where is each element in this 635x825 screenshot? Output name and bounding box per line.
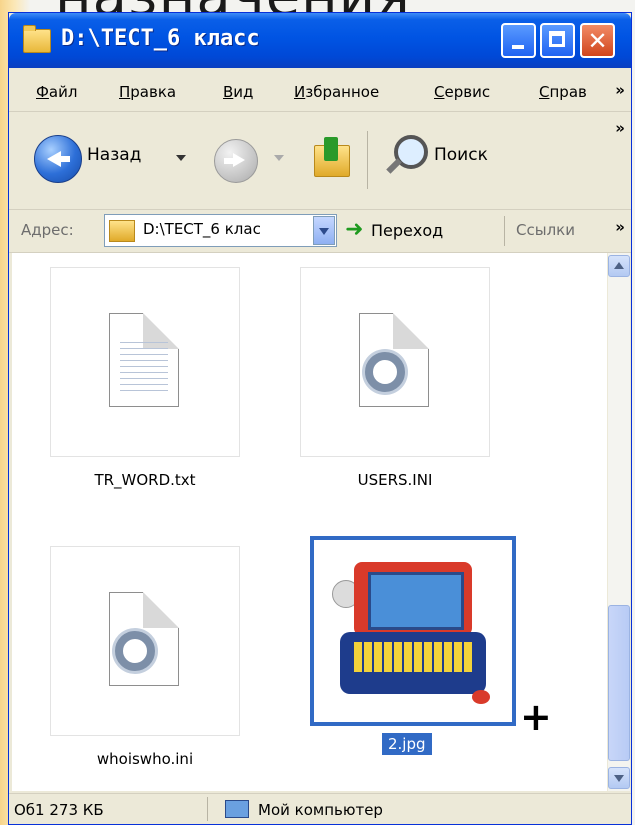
links-overflow-chevron[interactable]: »	[615, 218, 625, 236]
search-button-label[interactable]: Поиск	[434, 145, 488, 165]
file-name[interactable]: TR_WORD.txt	[15, 471, 275, 489]
address-separator	[504, 216, 505, 246]
scroll-up-button[interactable]	[608, 255, 630, 277]
maximize-button[interactable]	[540, 23, 575, 58]
text-document-icon	[109, 313, 179, 407]
vertical-scrollbar[interactable]	[608, 253, 630, 791]
toolbar-separator	[367, 131, 368, 189]
status-location: Мой компьютер	[258, 801, 383, 819]
forward-arrow-icon[interactable]	[214, 139, 258, 183]
file-thumbnail[interactable]	[50, 546, 240, 736]
drag-cursor-icon: +	[520, 695, 552, 739]
links-label[interactable]: Ссылки	[516, 221, 575, 239]
scroll-down-button[interactable]	[608, 767, 630, 789]
address-field[interactable]: D:\ТЕСТ_6 клас	[104, 214, 337, 247]
file-name[interactable]: whoiswho.ini	[15, 750, 275, 768]
address-label: Адрес:	[21, 221, 74, 239]
back-button-label[interactable]: Назад	[87, 145, 141, 165]
laptop-toy-image	[332, 562, 492, 712]
menu-help[interactable]: Справ	[539, 83, 587, 101]
folder-icon	[23, 25, 51, 53]
settings-document-icon	[109, 592, 179, 686]
toolbar: Назад Поиск »	[9, 113, 631, 210]
maximize-icon	[549, 31, 565, 47]
menu-overflow-chevron[interactable]: »	[615, 81, 625, 99]
file-name[interactable]: USERS.INI	[265, 471, 525, 489]
menu-edit[interactable]: Правка	[119, 83, 176, 101]
menu-file[interactable]: Файл	[36, 83, 77, 101]
go-arrow-icon[interactable]: ➜	[345, 219, 363, 241]
file-list: TR_WORD.txt USERS.INI whoiswho.ini 2.jpg	[12, 253, 607, 791]
menu-tools[interactable]: Сервис	[434, 83, 490, 101]
status-separator	[207, 797, 208, 821]
close-icon: ✕	[587, 27, 608, 55]
up-folder-icon[interactable]	[314, 137, 350, 177]
search-icon[interactable]	[384, 133, 428, 183]
gear-icon	[115, 631, 155, 671]
address-value[interactable]: D:\ТЕСТ_6 клас	[143, 220, 308, 238]
close-button[interactable]: ✕	[580, 23, 615, 58]
menu-favorites[interactable]: Избранное	[294, 83, 379, 101]
toolbar-overflow-chevron[interactable]: »	[615, 119, 625, 137]
menu-view[interactable]: Вид	[223, 83, 253, 101]
folder-icon	[109, 220, 135, 242]
forward-dropdown-icon[interactable]	[274, 155, 284, 161]
file-name[interactable]: 2.jpg	[382, 733, 432, 755]
address-bar: Адрес: D:\ТЕСТ_6 клас ➜ Переход Ссылки »	[9, 210, 631, 253]
gear-icon	[365, 352, 405, 392]
scroll-thumb[interactable]	[608, 605, 630, 761]
menu-bar: Файл Правка Вид Избранное Сервис Справ »	[9, 75, 631, 112]
image-thumbnail[interactable]	[310, 536, 516, 726]
status-bar: Об1 273 КБ Мой компьютер	[9, 793, 631, 825]
back-arrow-icon[interactable]	[34, 135, 82, 183]
address-dropdown-button[interactable]	[313, 216, 335, 245]
title-bar[interactable]: D:\ТЕСТ_6 класс ✕	[9, 13, 631, 68]
minimize-button[interactable]	[501, 23, 536, 58]
computer-icon	[225, 800, 249, 818]
status-size: Об1 273 КБ	[14, 801, 104, 819]
minimize-icon	[512, 45, 524, 49]
window-title: D:\ТЕСТ_6 класс	[61, 26, 260, 51]
go-button-label[interactable]: Переход	[371, 221, 443, 240]
file-thumbnail[interactable]	[50, 267, 240, 457]
back-dropdown-icon[interactable]	[176, 155, 186, 161]
settings-document-icon	[359, 313, 429, 407]
file-thumbnail[interactable]	[300, 267, 490, 457]
